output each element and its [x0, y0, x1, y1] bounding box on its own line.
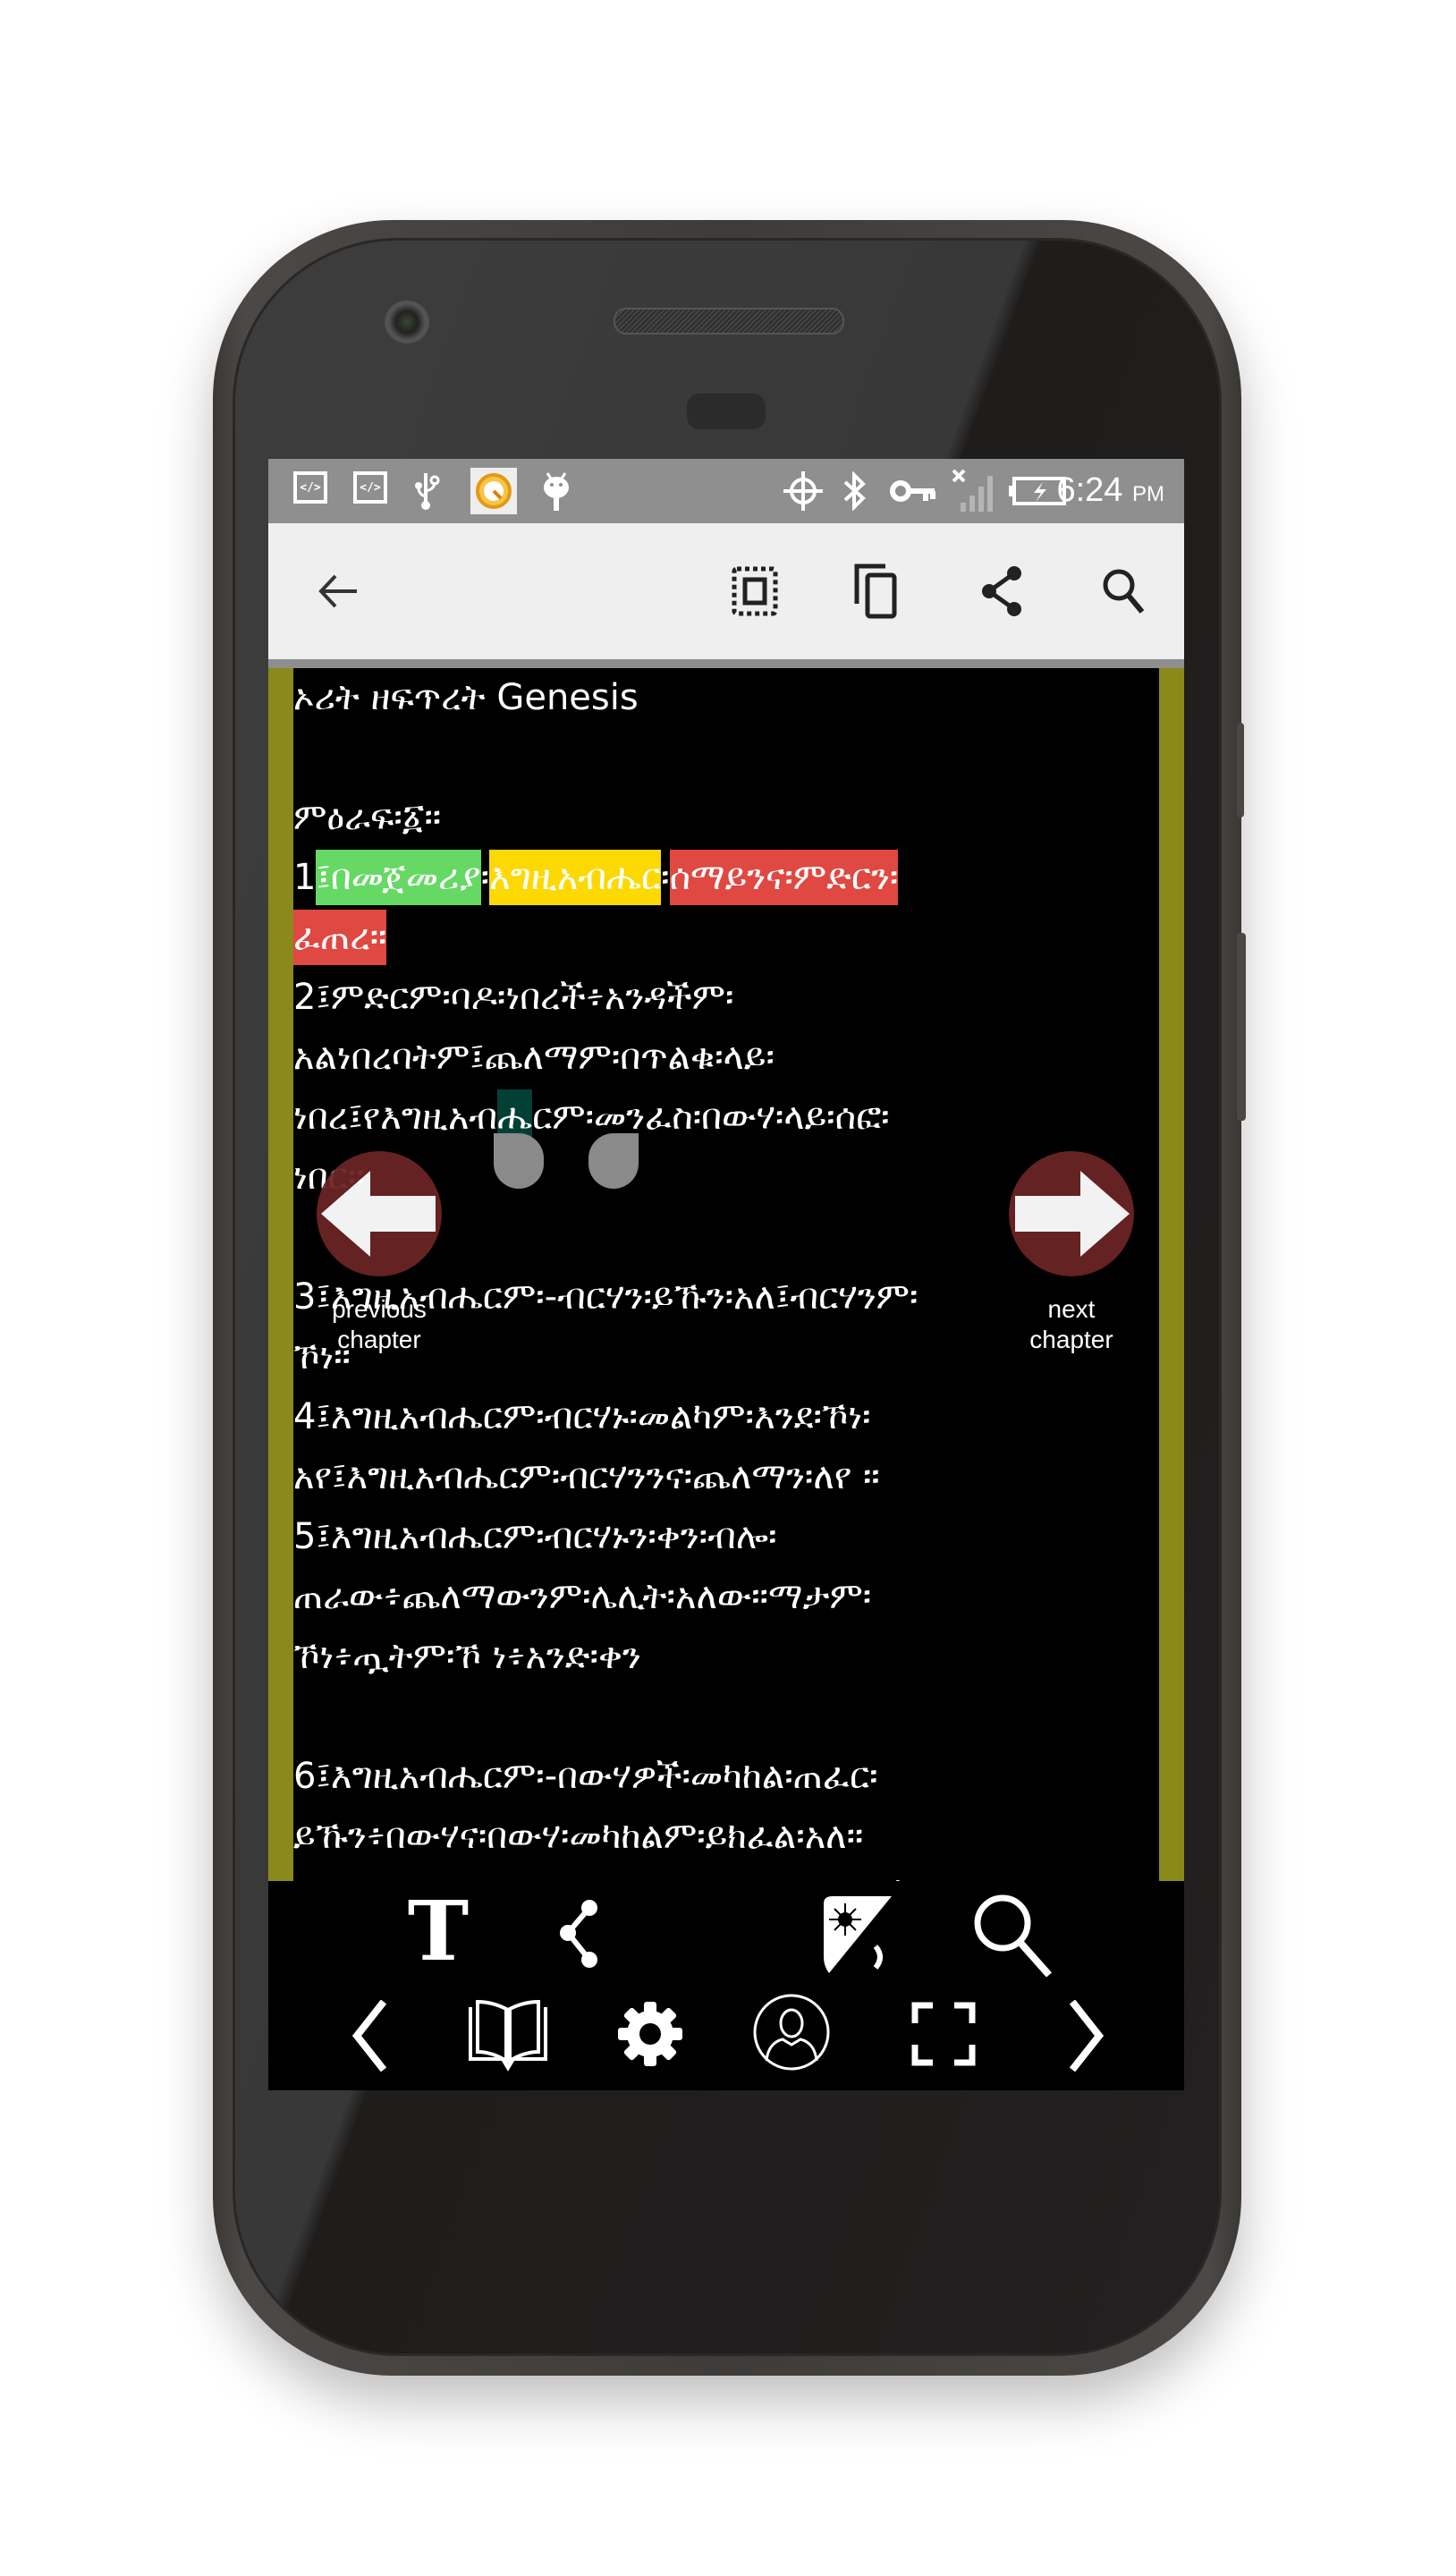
verse-1-continuation[interactable]: ፈጠረ። [293, 908, 1159, 968]
code-icon: </> [353, 471, 387, 504]
clock-time: 6:24 [1056, 471, 1123, 509]
search-text-button[interactable] [968, 1890, 1057, 1979]
bottom-toolbar: T [268, 1881, 1184, 2090]
label-line: previous [332, 1295, 427, 1323]
verse-line[interactable]: ጠራው፥ጨለማውንም፡ሌሊት፡አለው።ማታም፡ [293, 1567, 1159, 1627]
word-separator: ፡ [661, 857, 670, 898]
brightness-icon [824, 1896, 892, 1973]
proximity-sensor [687, 394, 766, 429]
profile-icon [753, 1994, 830, 2071]
profile-button[interactable] [751, 1992, 832, 2072]
verse-text: ነበረ፤የእግዚአብ [293, 1097, 498, 1138]
copy-button[interactable] [851, 564, 905, 619]
verse-1[interactable]: 1፤በመጀመሪያ፡እግዚአብሔር፡ሰማይንና፡ምድርን፡ [293, 848, 1159, 908]
next-button[interactable] [1046, 1996, 1127, 2076]
front-camera [385, 301, 429, 343]
verse-line[interactable]: 5፤እግዚአብሔርም፡ብርሃኑን፡ቀን፡ብሎ፡ [293, 1507, 1159, 1567]
settings-button[interactable] [610, 1994, 690, 2074]
label-line: chapter [337, 1326, 421, 1353]
verse-line[interactable]: 6፤እግዚአብሔርም፡-በውሃዎች፡መካከል፡ጠፈር፡ [293, 1747, 1159, 1807]
speedometer-app-icon [470, 468, 517, 514]
copy-icon [854, 564, 897, 619]
next-icon [1069, 2000, 1105, 2072]
reading-area[interactable]: ኦሪት ዘፍጥረት Genesis ምዕራፍ፡፩። 1፤በመጀመሪያ፡እግዚአብ… [268, 668, 1184, 1917]
text-size-icon: T [407, 1883, 470, 1979]
search-button[interactable] [1096, 564, 1150, 618]
text-size-button[interactable]: T [394, 1886, 483, 1976]
verse-line[interactable]: ኾነ፥ጧትም፡ኾ ነ፥አንድ፡ቀን [293, 1627, 1159, 1687]
share-button[interactable] [975, 564, 1029, 618]
screen: </> </> 6:24 PM ኦሪት ዘፍጥረት Genesis ምዕራፍ፡፩… [268, 459, 1184, 2090]
verse-line[interactable]: 4፤እግዚአብሔርም፡ብርሃኑ፡መልካም፡እንደ፡ኾነ፡ [293, 1387, 1159, 1447]
label-line: next [1047, 1295, 1096, 1323]
share-icon [982, 566, 1021, 616]
select-all-icon [732, 566, 778, 616]
verse-line[interactable]: አልነበረባትም፤ጨለማም፡በጥልቁ፡ላይ፡ [293, 1028, 1159, 1088]
left-border [268, 668, 293, 1881]
verse-number: 1 [293, 857, 317, 898]
book-icon [469, 1999, 547, 2072]
app-bar [268, 523, 1184, 668]
back-button[interactable] [311, 564, 365, 618]
word-separator: ፡ [480, 857, 490, 898]
previous-icon [351, 2000, 387, 2072]
verse-line[interactable]: አየ፤እግዚአብሔርም፡ብርሃንንና፡ጨለማን፡ለየ ። [293, 1447, 1159, 1507]
previous-chapter-button[interactable] [317, 1151, 442, 1276]
usb-icon [411, 471, 444, 511]
android-icon [538, 471, 574, 511]
search-icon [1103, 569, 1145, 614]
clock-ampm: PM [1132, 482, 1164, 506]
search-icon [974, 1894, 1052, 1977]
selection-handle-right[interactable] [588, 1133, 639, 1189]
clock: 6:24 PM [1056, 471, 1164, 510]
fullscreen-button[interactable] [903, 1994, 984, 2074]
previous-chapter-label[interactable]: previous chapter [317, 1294, 442, 1355]
fullscreen-icon [911, 2002, 976, 2066]
volume-button [1237, 933, 1246, 1121]
brightness-button[interactable] [816, 1890, 905, 1979]
arrow-left-icon [321, 1171, 436, 1257]
arrow-right-icon [1015, 1171, 1130, 1257]
status-bar: </> </> 6:24 PM [268, 459, 1184, 523]
chapter-heading: ምዕራፍ፡፩። [293, 797, 442, 838]
power-button [1237, 723, 1244, 818]
earpiece-speaker [614, 308, 844, 335]
highlighted-word[interactable]: ፈጠረ። [293, 910, 387, 965]
previous-button[interactable] [329, 1996, 410, 2076]
books-button[interactable] [463, 1994, 553, 2074]
verse-line[interactable]: 2፤ምድርም፡ባዶ፡ነበረች፥አንዳችም፡ [293, 968, 1159, 1028]
verse-text: ርም፡መንፈስ፡በውሃ፡ላይ፡ሰፎ፡ [532, 1097, 890, 1138]
share-icon [560, 1900, 597, 1968]
highlighted-word[interactable]: ፤በመጀመሪያ [316, 850, 481, 905]
settings-icon [618, 2002, 682, 2066]
share-text-button[interactable] [538, 1894, 619, 1974]
code-icon: </> [293, 471, 327, 504]
next-chapter-label[interactable]: next chapter [1009, 1294, 1134, 1355]
back-arrow-icon [318, 574, 357, 608]
no-signal-icon [952, 469, 996, 512]
bluetooth-icon [839, 471, 871, 511]
highlighted-word[interactable]: ሰማይንና፡ምድርን፡ [669, 850, 899, 905]
gps-icon [782, 471, 825, 511]
right-border [1159, 668, 1184, 1881]
verse-line[interactable]: ነበረ፤የእግዚአብሔርም፡መንፈስ፡በውሃ፡ላይ፡ሰፎ፡ [293, 1088, 1159, 1148]
highlighted-word[interactable]: እግዚአብሔር [489, 850, 662, 905]
select-all-button[interactable] [728, 564, 782, 618]
vpn-key-icon [889, 471, 937, 511]
next-chapter-button[interactable] [1009, 1151, 1134, 1276]
verse-line[interactable]: ይኹን፥በውሃና፡በውሃ፡መካከልም፡ይክፈል፡አለ። [293, 1807, 1159, 1867]
selection-handle-left[interactable] [494, 1133, 544, 1189]
book-title: ኦሪት ዘፍጥረት Genesis [293, 677, 639, 718]
label-line: chapter [1029, 1326, 1113, 1353]
